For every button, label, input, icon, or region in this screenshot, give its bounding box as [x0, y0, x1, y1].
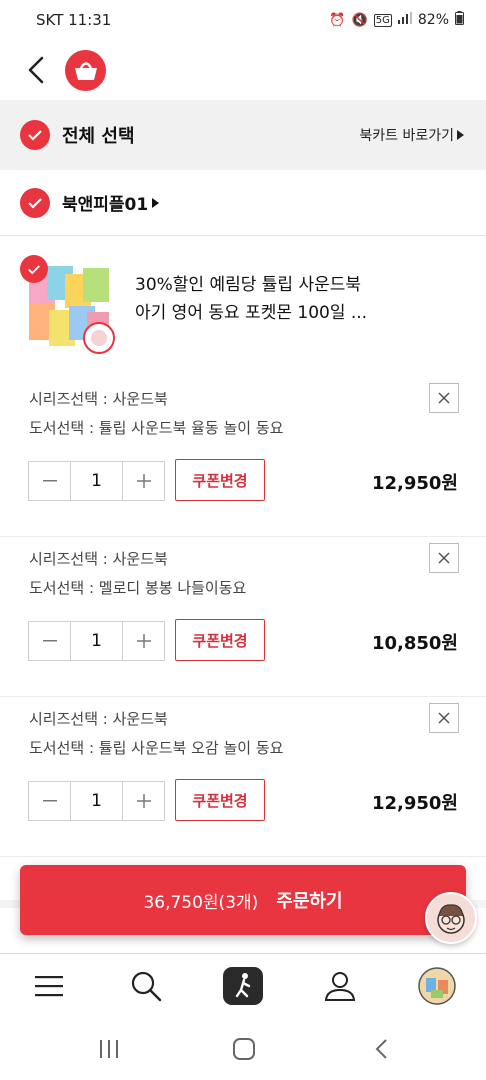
plus-icon [136, 474, 151, 488]
select-all-bar: 전체 선택 북카트 바로가기 [0, 100, 486, 170]
system-nav [0, 1018, 486, 1080]
quantity-stepper: 1 [28, 621, 165, 661]
product-title-line2: 아기 영어 동요 포켓몬 100일 ... [135, 303, 368, 323]
alarm-icon: ⏰ [329, 12, 346, 28]
select-all-label[interactable]: 전체 선택 [62, 122, 359, 148]
quantity-value[interactable]: 1 [70, 622, 123, 660]
status-bar: SKT 11:31 ⏰ 🔇 5G 82% [0, 0, 486, 40]
quantity-stepper: 1 [28, 461, 165, 501]
minus-button[interactable] [29, 622, 70, 660]
option-price: 12,950원 [371, 793, 458, 814]
app-header [0, 40, 486, 100]
plus-button[interactable] [123, 462, 164, 500]
bottom-nav [0, 953, 486, 1018]
mute-icon: 🔇 [351, 12, 368, 28]
option-price: 10,850원 [371, 633, 458, 654]
close-icon [438, 552, 450, 564]
minus-icon [42, 480, 57, 482]
seller-row: 북앤피플01 [0, 170, 486, 236]
seller-name-link[interactable]: 북앤피플01 [62, 190, 160, 215]
quantity-stepper: 1 [28, 781, 165, 821]
product-item: 30%할인 예림당 튤립 사운드북 아기 영어 동요 포켓몬 100일 ... [0, 237, 486, 377]
recents-icon[interactable] [94, 1036, 124, 1062]
minus-icon [42, 640, 57, 642]
plus-icon [136, 634, 151, 648]
seller-name: 북앤피플01 [62, 195, 149, 215]
order-total: 36,750원(3개) [143, 892, 259, 913]
triangle-right-icon [152, 197, 160, 208]
battery-icon [455, 11, 464, 29]
option-price: 12,950원 [371, 473, 458, 494]
walk-icon[interactable] [221, 966, 265, 1006]
back-icon[interactable] [367, 1036, 397, 1062]
minus-icon [42, 800, 57, 802]
option-book: 도서선택 : 튤립 사운드북 오감 놀이 동요 [29, 739, 284, 757]
signal-icon [397, 12, 412, 28]
seller-checkbox[interactable] [20, 187, 50, 218]
option-row: 시리즈선택 : 사운드북 도서선택 : 튤립 사운드북 율동 놀이 동요 1 쿠… [0, 377, 486, 537]
plus-icon [136, 794, 151, 808]
remove-button[interactable] [429, 383, 459, 413]
home-icon[interactable] [229, 1036, 259, 1062]
option-row: 시리즈선택 : 사운드북 도서선택 : 튤립 사운드북 오감 놀이 동요 1 쿠… [0, 697, 486, 857]
remove-button[interactable] [429, 543, 459, 573]
close-icon [438, 712, 450, 724]
minus-button[interactable] [29, 462, 70, 500]
chevron-left-icon[interactable] [24, 52, 54, 88]
product-title-line1: 30%할인 예림당 튤립 사운드북 [135, 275, 362, 295]
order-cta-label: 주문하기 [276, 891, 343, 912]
battery-percent: 82% [417, 12, 449, 28]
order-button[interactable]: 36,750원(3개) 주문하기 [20, 865, 466, 935]
network-type: 5G [373, 13, 392, 27]
shopping-basket-icon[interactable] [65, 50, 106, 91]
option-book: 도서선택 : 멜로디 봉봉 나들이동요 [29, 579, 247, 597]
status-icons: ⏰ 🔇 5G 82% [329, 11, 464, 29]
option-series: 시리즈선택 : 사운드북 [29, 710, 168, 728]
option-series: 시리즈선택 : 사운드북 [29, 390, 168, 408]
quantity-value[interactable]: 1 [70, 462, 123, 500]
quantity-value[interactable]: 1 [70, 782, 123, 820]
bookcart-link-label: 북카트 바로가기 [359, 128, 454, 144]
bookcart-link[interactable]: 북카트 바로가기 [359, 125, 464, 145]
remove-button[interactable] [429, 703, 459, 733]
profile-icon[interactable] [318, 966, 362, 1006]
avatar[interactable] [415, 966, 459, 1006]
coupon-change-button[interactable]: 쿠폰변경 [175, 779, 265, 821]
product-title[interactable]: 30%할인 예림당 튤립 사운드북 아기 영어 동요 포켓몬 100일 ... [135, 271, 455, 327]
coupon-change-button[interactable]: 쿠폰변경 [175, 459, 265, 501]
product-checkbox[interactable] [20, 255, 48, 283]
select-all-checkbox[interactable] [20, 120, 50, 150]
option-book: 도서선택 : 튤립 사운드북 율동 놀이 동요 [29, 419, 284, 437]
option-series: 시리즈선택 : 사운드북 [29, 550, 168, 568]
coupon-change-button[interactable]: 쿠폰변경 [175, 619, 265, 661]
minus-button[interactable] [29, 782, 70, 820]
plus-button[interactable] [123, 782, 164, 820]
chat-avatar-button[interactable] [425, 892, 477, 944]
carrier-time: SKT 11:31 [36, 11, 112, 29]
option-row: 시리즈선택 : 사운드북 도서선택 : 멜로디 봉봉 나들이동요 1 쿠폰변경 … [0, 537, 486, 697]
menu-icon[interactable] [27, 966, 71, 1006]
close-icon [438, 392, 450, 404]
search-icon[interactable] [124, 966, 168, 1006]
plus-button[interactable] [123, 622, 164, 660]
character-avatar-icon [437, 904, 465, 934]
triangle-right-icon [457, 130, 464, 140]
